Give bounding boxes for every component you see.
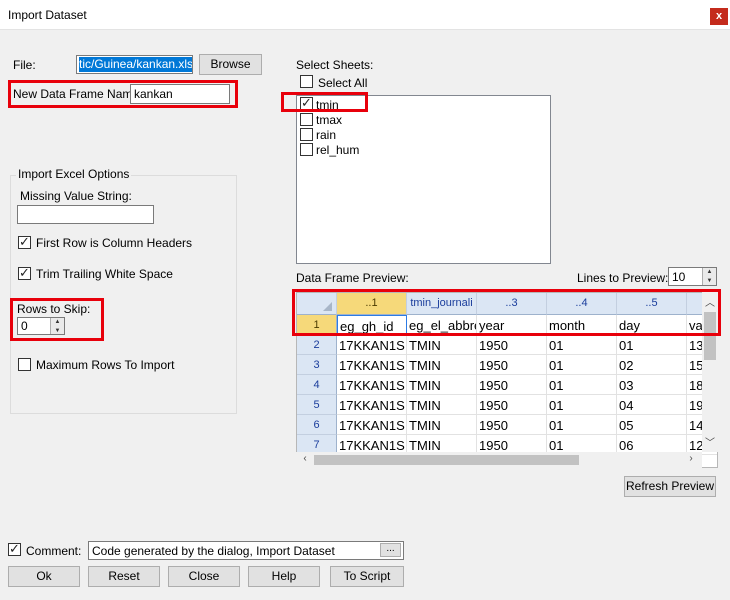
row-header[interactable]: 4 [297,375,337,395]
grid-cell[interactable]: 01 [547,355,617,375]
title-bar [0,0,730,30]
grid-cell[interactable]: 01 [547,375,617,395]
row-header[interactable]: 2 [297,335,337,355]
trim-whitespace-label: Trim Trailing White Space [36,267,173,281]
comment-more-button[interactable]: ... [380,543,401,557]
grid-cell[interactable]: 01 [547,395,617,415]
file-field[interactable]: tic/Guinea/kankan.xlsx [76,55,193,74]
grid-cell[interactable]: 17KKAN1S [337,415,407,435]
comment-input[interactable]: Code generated by the dialog, Import Dat… [88,541,404,560]
reset-button[interactable]: Reset [88,566,160,587]
grid-cell[interactable]: 03 [617,375,687,395]
grid-cell[interactable]: 17KKAN1S [337,375,407,395]
scroll-left-icon[interactable]: ‹ [298,453,312,464]
sheet-checkbox-rel-hum[interactable] [300,143,313,156]
grid-cell[interactable]: 01 [547,415,617,435]
lines-to-preview-label: Lines to Preview: [577,271,669,285]
refresh-preview-button[interactable]: Refresh Preview [624,476,716,497]
help-button[interactable]: Help [248,566,320,587]
comment-text: Code generated by the dialog, Import Dat… [92,544,335,558]
data-frame-preview-label: Data Frame Preview: [296,271,409,285]
select-all-label: Select All [318,76,368,90]
grid-cell[interactable]: 05 [617,415,687,435]
scroll-right-icon[interactable]: › [684,453,698,464]
grid-cell[interactable]: 1950 [477,395,547,415]
sheet-checkbox-rain[interactable] [300,128,313,141]
comment-label: Comment: [26,544,82,558]
window-title: Import Dataset [8,8,87,22]
lines-to-preview-stepper[interactable]: 10 ▲ ▼ [668,267,717,286]
first-row-headers-checkbox[interactable] [18,234,31,250]
ok-button[interactable]: Ok [8,566,80,587]
first-row-headers-label: First Row is Column Headers [36,236,193,250]
grid-cell[interactable]: TMIN [407,375,477,395]
grid-cell[interactable]: 17KKAN1S [337,335,407,355]
max-rows-checkbox[interactable] [18,358,31,371]
close-icon[interactable]: x [710,8,728,25]
rows-to-skip-value: 0 [21,319,28,333]
row-header[interactable]: 5 [297,395,337,415]
grid-cell[interactable]: 17KKAN1S [337,355,407,375]
grid-cell[interactable]: 02 [617,355,687,375]
row-header[interactable]: 3 [297,355,337,375]
grid-cell[interactable]: TMIN [407,415,477,435]
scroll-down-icon[interactable]: ﹀ [703,434,717,449]
grid-cell[interactable]: 04 [617,395,687,415]
grid-cell[interactable]: 1950 [477,335,547,355]
sheet-label-rel-hum[interactable]: rel_hum [316,143,359,157]
max-rows-label: Maximum Rows To Import [36,358,175,372]
browse-button[interactable]: Browse [199,54,262,75]
data-frame-name-label: New Data Frame Name: [13,87,143,101]
grid-cell[interactable]: TMIN [407,355,477,375]
grid-cell[interactable]: 1950 [477,415,547,435]
rows-to-skip-label: Rows to Skip: [17,302,91,316]
grid-cell[interactable]: TMIN [407,395,477,415]
missing-value-label: Missing Value String: [20,189,132,203]
grid-cell[interactable]: 17KKAN1S [337,395,407,415]
sheet-label-rain[interactable]: rain [316,128,336,142]
trim-whitespace-checkbox[interactable] [18,265,31,281]
rows-to-skip-stepper[interactable]: 0 ▲ ▼ [17,317,65,335]
sheet-checkbox-tmax[interactable] [300,113,313,126]
stepper-arrows-icon[interactable]: ▲ ▼ [702,268,716,285]
lines-to-preview-value: 10 [672,270,686,284]
select-sheets-label: Select Sheets: [296,58,374,72]
grid-cell[interactable]: 1950 [477,375,547,395]
data-frame-name-input[interactable]: kankan [130,84,230,104]
comment-checkbox[interactable] [8,541,21,557]
highlight-preview-header [292,289,721,336]
scroll-thumb[interactable] [314,455,579,465]
import-options-title: Import Excel Options [16,167,132,181]
close-button[interactable]: Close [168,566,240,587]
grid-cell[interactable]: 01 [617,335,687,355]
grid-cell[interactable]: 1950 [477,355,547,375]
file-path-value: tic/Guinea/kankan.xlsx [79,57,192,72]
missing-value-input[interactable] [17,205,154,224]
grid-cell[interactable]: TMIN [407,335,477,355]
sheet-label-tmax[interactable]: tmax [316,113,342,127]
grid-horizontal-scrollbar[interactable]: ‹ › [296,452,702,468]
row-header[interactable]: 6 [297,415,337,435]
stepper-arrows-icon[interactable]: ▲ ▼ [50,318,64,334]
grid-cell[interactable]: 01 [547,335,617,355]
select-all-checkbox[interactable] [300,75,313,88]
to-script-button[interactable]: To Script [330,566,404,587]
file-label: File: [13,58,36,72]
highlight-sheet-tmin [281,92,368,112]
